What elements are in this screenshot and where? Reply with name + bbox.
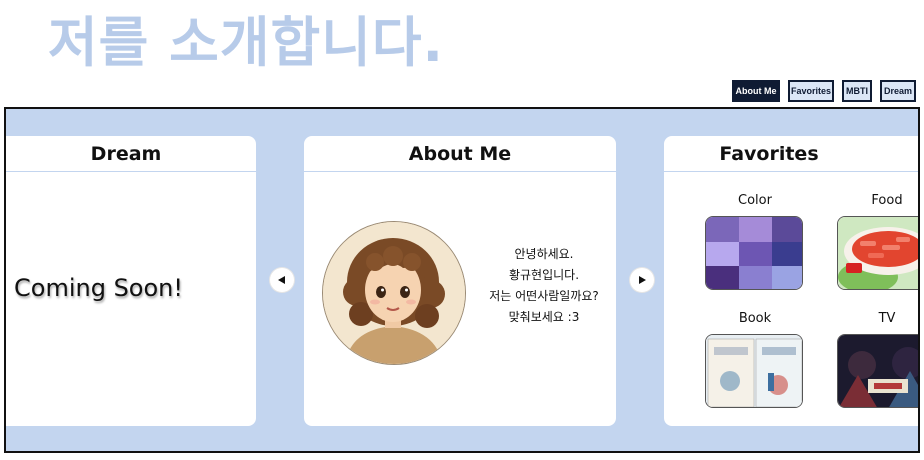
coming-soon-text: Coming Soon! xyxy=(14,274,183,302)
triangle-left-icon xyxy=(278,276,285,284)
dream-card: Dream Coming Soon! xyxy=(6,136,256,426)
carousel: Dream Coming Soon! About Me 안녕하세요. 황규현입니… xyxy=(4,107,920,453)
bio-line: 황규현입니다. xyxy=(508,268,580,282)
profile-illustration-icon xyxy=(323,222,465,364)
favorite-tv[interactable]: TV xyxy=(837,310,918,408)
bio-line: 저는 어떤사람일까요? xyxy=(489,289,599,303)
favorite-color[interactable]: Color xyxy=(705,192,805,290)
dream-card-title: Dream xyxy=(6,136,256,172)
triangle-right-icon xyxy=(639,276,646,284)
favorites-card: Favorites Color Food Book TV xyxy=(664,136,918,426)
favorites-card-title: Favorites xyxy=(664,136,918,172)
page-title: 저를 소개합니다. xyxy=(48,11,445,74)
avatar xyxy=(322,221,466,365)
favorite-food[interactable]: Food xyxy=(837,192,918,290)
top-nav: About Me Favorites MBTI Dream xyxy=(0,80,924,102)
nav-mbti-button[interactable]: MBTI xyxy=(842,80,872,102)
nav-dream-button[interactable]: Dream xyxy=(880,80,916,102)
about-me-card: About Me 안녕하세요. 황규현입니다. 저는 어떤사람일까요? 맞춰보세… xyxy=(304,136,616,426)
bio-line: 맞춰보세요 :3 xyxy=(508,310,580,324)
nav-favorites-button[interactable]: Favorites xyxy=(788,80,834,102)
about-me-card-title: About Me xyxy=(304,136,616,172)
bio-line: 안녕하세요. xyxy=(514,247,574,261)
favorite-label: Book xyxy=(738,311,772,326)
favorite-label: Food xyxy=(871,193,903,208)
tv-poster-image xyxy=(837,334,918,408)
food-image xyxy=(837,216,918,290)
nav-about-me-button[interactable]: About Me xyxy=(732,80,780,102)
carousel-next-button[interactable] xyxy=(630,268,654,292)
book-cover-image xyxy=(705,334,803,408)
color-palette-image xyxy=(705,216,803,290)
carousel-prev-button[interactable] xyxy=(270,268,294,292)
bio-text: 안녕하세요. 황규현입니다. 저는 어떤사람일까요? 맞춰보세요 :3 xyxy=(472,244,616,328)
favorite-book[interactable]: Book xyxy=(705,310,805,408)
favorite-label: TV xyxy=(878,311,896,326)
favorite-label: Color xyxy=(738,193,772,208)
